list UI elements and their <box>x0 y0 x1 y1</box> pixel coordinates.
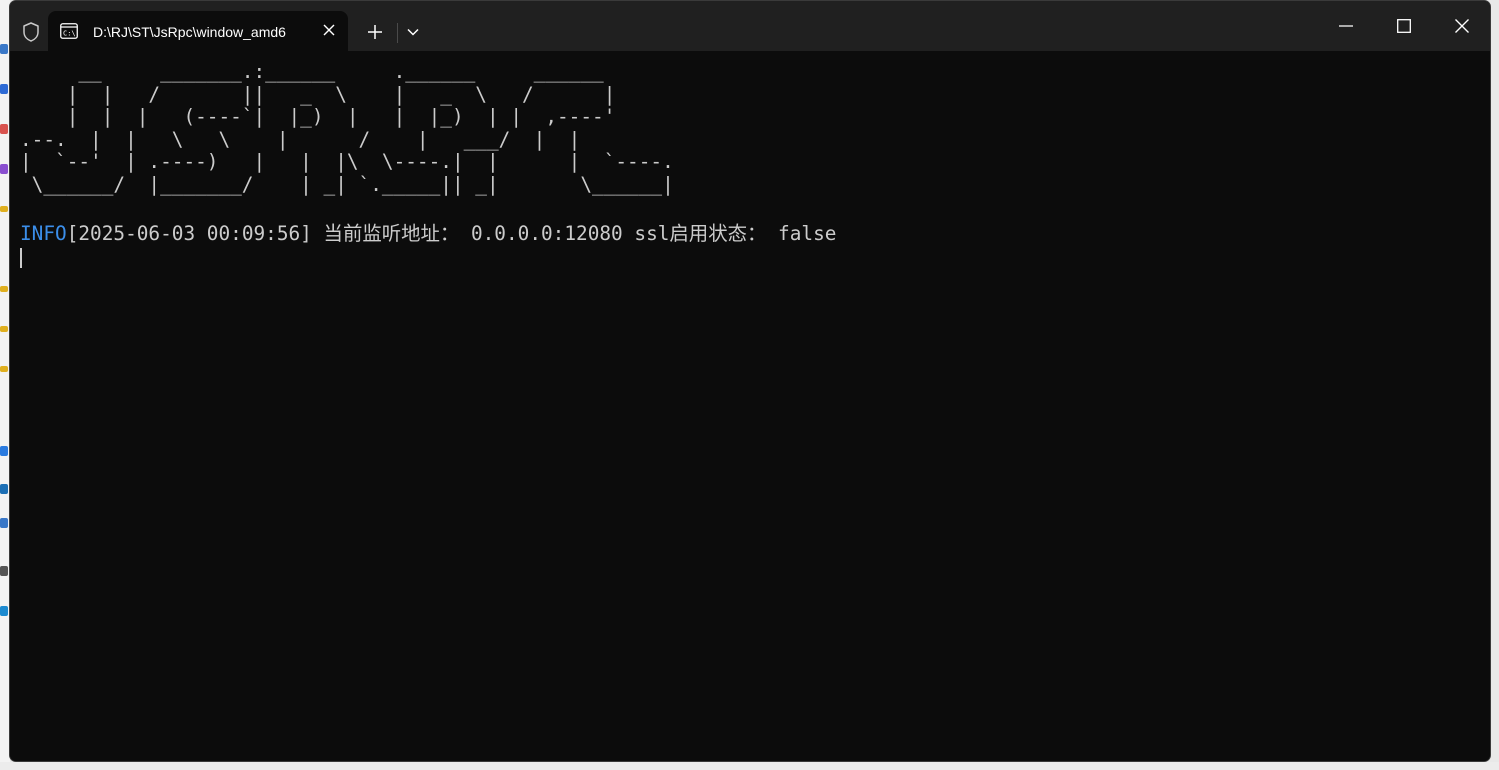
desktop-icon <box>0 484 8 494</box>
desktop-icon <box>0 84 8 94</box>
plus-icon <box>368 25 382 39</box>
log-message: 当前监听地址： 0.0.0.0:12080 ssl启用状态： false <box>311 222 837 245</box>
tab-separator <box>397 23 398 43</box>
desktop-icon <box>0 446 8 456</box>
desktop-icon <box>0 124 8 134</box>
maximize-button[interactable] <box>1375 1 1433 51</box>
terminal-window: C:\ D:\RJ\ST\JsRpc\window_amd6 __ ______… <box>9 0 1491 762</box>
desktop-bottom-strip <box>0 762 1499 770</box>
minimize-icon <box>1339 25 1353 27</box>
desktop-icon <box>0 206 8 212</box>
desktop-icon <box>0 164 8 174</box>
desktop-icon <box>0 606 8 616</box>
new-tab-button[interactable] <box>362 20 388 46</box>
desktop-icon <box>0 366 8 372</box>
terminal-output[interactable]: __ _______.:______ .______ ______ | | / … <box>10 51 1490 761</box>
chevron-down-icon <box>407 28 419 36</box>
log-level: INFO <box>20 222 67 245</box>
close-window-button[interactable] <box>1433 1 1490 51</box>
desktop-icon <box>0 286 8 292</box>
log-timestamp: [2025-06-03 00:09:56] <box>66 222 312 245</box>
maximize-icon <box>1397 19 1411 33</box>
terminal-tab[interactable]: C:\ D:\RJ\ST\JsRpc\window_amd6 <box>48 11 348 51</box>
desktop-icon <box>0 566 8 576</box>
log-line: INFO[2025-06-03 00:09:56] 当前监听地址： 0.0.0.… <box>20 222 836 246</box>
svg-text:C:\: C:\ <box>63 30 76 38</box>
close-icon[interactable] <box>320 22 338 40</box>
terminal-icon: C:\ <box>60 23 78 39</box>
close-icon <box>1455 19 1469 33</box>
text-cursor <box>20 248 22 268</box>
desktop-icon <box>0 326 8 332</box>
tab-title: D:\RJ\ST\JsRpc\window_amd6 <box>93 24 286 40</box>
desktop-icon <box>0 518 8 528</box>
minimize-button[interactable] <box>1317 1 1375 51</box>
tab-dropdown-button[interactable] <box>402 21 424 43</box>
title-bar[interactable]: C:\ D:\RJ\ST\JsRpc\window_amd6 <box>10 1 1490 51</box>
ascii-banner: __ _______.:______ .______ ______ | | / … <box>20 60 674 196</box>
shield-icon <box>20 21 42 43</box>
desktop-icon <box>0 44 8 54</box>
